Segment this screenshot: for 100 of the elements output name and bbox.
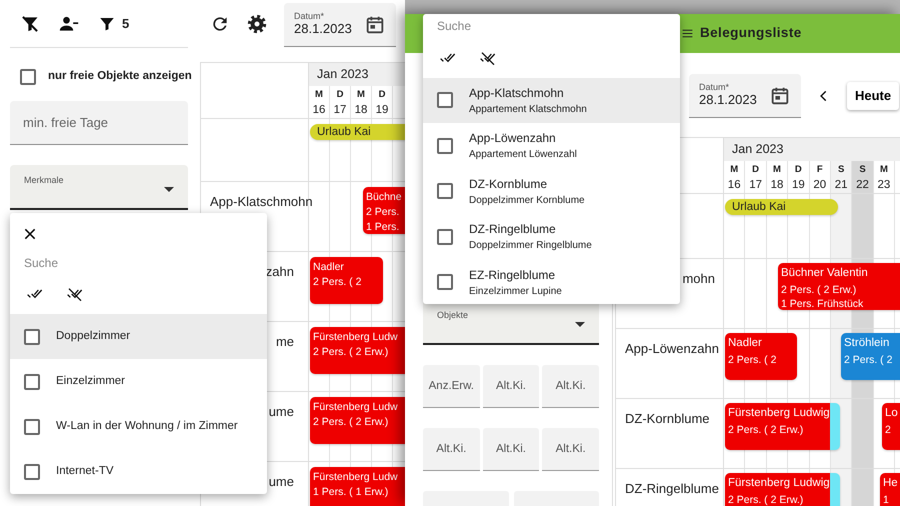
room-label: zahn [266,264,294,280]
checkbox[interactable] [24,464,40,480]
list-option[interactable]: App-Löwenzahn Appartement Löwenzahl [423,123,680,168]
date-value: 28.1.2023 [699,92,757,108]
booking-card[interactable]: Fürstenberg Ludw 2 Pers. ( 2 Erw.) [310,327,405,374]
booking-detail: 1 Pers. ( 1 Erw.) [313,485,390,500]
input-field[interactable]: Anz.Erw. [423,365,480,408]
checkbox[interactable] [24,374,40,390]
date-field[interactable]: Datum* 28.1.2023 [689,74,801,118]
option-title: DZ-Kornblume [469,176,548,193]
date-label: 16 [312,102,326,118]
checkbox[interactable] [437,274,453,290]
weekday-label: M [878,162,889,177]
list-option[interactable]: DZ-Ringelblume Doppelzimmer Ringelblume [423,214,680,260]
booking-detail: 2 Pers. ( 2 Erw.) [728,492,804,506]
select-field[interactable]: Merkmale [10,165,188,210]
weekday-label: M [729,162,740,177]
input-field[interactable]: Alt.Ki. [423,428,480,471]
booking-card[interactable]: Nadler 2 Pers. ( 2 [725,333,797,380]
menu-icon[interactable] [681,27,694,40]
input-field[interactable]: Alt.Ki. [482,428,540,471]
booking-detail: 1 Pers. [366,220,400,234]
weekday-label: D [336,88,344,102]
booking-card[interactable]: He 1 [880,473,900,506]
room-label: ume [268,404,294,420]
select-label: Merkmale [24,174,65,188]
checkbox[interactable] [20,68,36,85]
booking-detail: 1 [883,492,890,506]
guest-name: Ströhlein [844,336,890,352]
list-option[interactable]: Internet-TV [10,449,267,494]
list-option[interactable]: Einzelzimmer [10,359,267,404]
date-label: 17 [748,178,763,193]
checkbox[interactable] [437,92,453,108]
option-subtitle: Einzelzimmer Lupine [469,284,562,299]
input-field[interactable]: Alt.Ki. [482,365,540,408]
booking-card[interactable]: Fürstenberg Ludwig 2 Pers. ( 2 Erw.) [725,403,840,450]
option-title: Einzelzimmer [56,374,126,389]
booking-detail: 2 Pers. ( 2 Erw.) [313,345,390,360]
booking-card[interactable]: Büchner Valentin 2 Pers. ( 2 Erw.) 1 Pers. Frühstück [778,263,900,310]
guest-name: Fürstenberg Ludw [313,330,399,344]
booking-detail: 2 Pers. ( 2 [313,275,362,290]
guest-name: Lo [885,406,899,422]
weekday-label: D [378,88,386,102]
weekday-label: F [816,162,824,177]
option-subtitle: Appartement Löwenzahl [469,148,577,162]
option-title: App-Löwenzahn [469,130,557,148]
caret-icon [575,322,585,327]
guest-name: Nadler [313,260,345,274]
weekday-label: M [314,88,324,102]
input-field[interactable]: Alt.Ki. [542,428,599,471]
settings-icon[interactable] [246,13,268,35]
list-option[interactable]: W-Lan in der Wohnung / im Zimmer [10,404,267,449]
date-label: 16 [726,178,742,193]
search-field[interactable]: Suche [24,254,174,272]
select-label: Objekte [437,309,470,322]
calendar-note[interactable]: Urlaub Kai [310,124,405,140]
checkbox[interactable] [437,228,453,245]
booking-card[interactable]: Lo 2 [882,403,900,450]
input-field[interactable]: min. freie Tage [10,101,188,146]
room-label: App-Klatschmohn [210,194,313,210]
booking-detail: 2 Pers. ( 2 [844,352,894,367]
booking-detail: 2 Pers. ( 2 Erw.) [728,422,804,437]
checkbox[interactable] [24,328,40,344]
note-title: Urlaub Kai [732,200,787,216]
date-label: 20 [812,178,828,193]
weekday-label: M [356,88,366,102]
option-title: App-Klatschmohn [469,84,565,102]
room-label: ume [268,474,294,490]
booking-detail: 2 Pers. [366,205,400,220]
caret-icon [164,187,174,192]
guest-name: Nadler [728,336,763,352]
room-label: DZ-Ringelblume [625,481,719,496]
month-header: Jan 2023 [724,138,900,161]
today-button[interactable]: Heute [847,82,900,110]
weekday-label: S [858,162,867,177]
input-field[interactable]: Alt.Ki. [542,365,599,408]
date-label: 23 [876,178,892,193]
booking-card[interactable]: Büchne 2 Pers. 1 Pers. [363,187,405,234]
list-option[interactable]: DZ-Kornblume Doppelzimmer Kornblume [423,168,680,214]
date-label: 19 [790,178,806,193]
booking-card[interactable]: Nadler 2 Pers. ( 2 [310,257,383,304]
booking-card[interactable]: Ströhlein 2 Pers. ( 2 [841,333,900,380]
date-field[interactable]: Datum* 28.1.2023 [284,3,396,47]
list-option[interactable]: App-Klatschmohn Appartement Klatschmohn [423,78,680,123]
booking-card[interactable]: Fürstenberg Ludw 1 Pers. ( 1 Erw.) [310,467,405,506]
checkbox[interactable] [437,183,453,200]
checkbox[interactable] [437,138,453,154]
guest-name: Büchner Valentin [781,266,869,282]
checkbox-label: nur freie Objekte anzeigen [48,69,192,84]
calendar-note[interactable]: Urlaub Kai [725,199,838,216]
date-label: Datum* [699,82,730,92]
option-subtitle: Appartement Klatschmohn [469,102,587,117]
booking-card[interactable]: Fürstenberg Ludw 2 Pers. ( 2 Erw.) [310,397,405,444]
list-option[interactable]: Doppelzimmer [10,314,267,359]
booking-detail: 2 Pers. ( 2 Erw.) [313,415,390,430]
filter-off-icon[interactable] [20,14,40,34]
booking-detail: 2 [885,422,892,437]
checkbox[interactable] [24,418,40,434]
search-field[interactable]: Suche [437,17,587,35]
booking-card[interactable]: Fürstenberg Ludwig 2 Pers. ( 2 Erw.) [725,473,840,506]
